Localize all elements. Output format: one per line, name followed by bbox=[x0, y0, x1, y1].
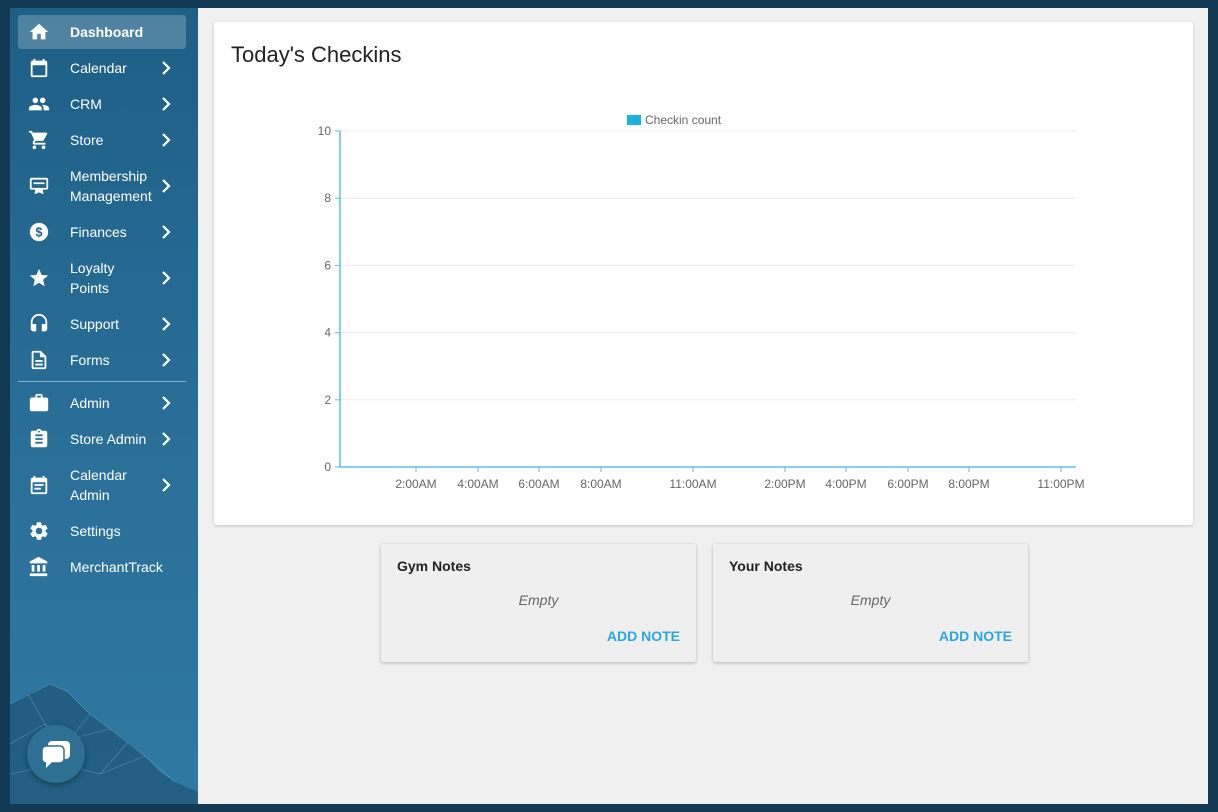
chevron-right-icon bbox=[162, 133, 171, 147]
checkins-chart: 0 2 4 6 8 10 2:00AM 4:00AM 6:00AM 8:00AM 11:00AM 2:… bbox=[318, 113, 1085, 491]
gear-icon bbox=[28, 520, 50, 542]
chevron-right-icon bbox=[162, 317, 171, 331]
sidebar-item-label: Membership Management bbox=[70, 168, 152, 204]
sidebar-item-label: Store Admin bbox=[70, 431, 147, 447]
gym-notes-title: Gym Notes bbox=[397, 558, 471, 574]
legend-swatch bbox=[627, 115, 641, 125]
membership-card-icon bbox=[28, 175, 50, 197]
sidebar-item-label: Finances bbox=[70, 224, 127, 240]
sidebar-item-calendar[interactable]: Calendar bbox=[18, 51, 186, 85]
y-tick-label: 8 bbox=[324, 191, 331, 205]
sidebar-item-merchanttrack[interactable]: MerchantTrack bbox=[18, 550, 186, 584]
x-tick-label: 4:00PM bbox=[825, 477, 866, 491]
y-tick-label: 0 bbox=[324, 460, 331, 474]
gym-notes-add-button[interactable]: ADD NOTE bbox=[607, 628, 680, 644]
x-tick-label: 2:00AM bbox=[395, 477, 436, 491]
chevron-right-icon bbox=[162, 271, 171, 285]
sidebar-item-finances[interactable]: $ Finances bbox=[18, 215, 186, 249]
chat-button[interactable] bbox=[27, 725, 85, 783]
sidebar-item-store-admin[interactable]: Store Admin bbox=[18, 422, 186, 456]
sidebar-item-label: Loyalty Points bbox=[70, 260, 115, 296]
document-icon bbox=[28, 349, 50, 371]
clipboard-icon bbox=[28, 428, 50, 450]
star-icon bbox=[28, 267, 50, 289]
sidebar-item-label: CRM bbox=[70, 96, 102, 112]
sidebar-item-support[interactable]: Support bbox=[18, 307, 186, 341]
sidebar-item-label: MerchantTrack bbox=[70, 559, 163, 575]
chevron-right-icon bbox=[162, 478, 171, 492]
y-tick-label: 4 bbox=[324, 326, 331, 340]
calendar-list-icon bbox=[28, 474, 50, 496]
sidebar: Dashboard Calendar CRM Store Membership … bbox=[10, 8, 198, 804]
sidebar-item-settings[interactable]: Settings bbox=[18, 514, 186, 548]
sidebar-item-forms[interactable]: Forms bbox=[18, 343, 186, 377]
x-tick-label: 2:00PM bbox=[764, 477, 805, 491]
briefcase-icon bbox=[28, 392, 50, 414]
sidebar-item-crm[interactable]: CRM bbox=[18, 87, 186, 121]
people-icon bbox=[28, 93, 50, 115]
sidebar-item-label: Support bbox=[70, 316, 120, 332]
chevron-right-icon bbox=[162, 225, 171, 239]
your-notes-title: Your Notes bbox=[729, 558, 803, 574]
your-notes-add-button[interactable]: ADD NOTE bbox=[939, 628, 1012, 644]
chat-icon bbox=[41, 741, 70, 768]
sidebar-item-dashboard[interactable]: Dashboard bbox=[18, 15, 186, 49]
chevron-right-icon bbox=[162, 432, 171, 446]
chevron-right-icon bbox=[162, 353, 171, 367]
your-notes-empty-text: Empty bbox=[850, 592, 891, 608]
chevron-right-icon bbox=[162, 97, 171, 111]
bank-icon bbox=[28, 556, 50, 578]
checkins-chart-card: Today's Checkins 0 2 4 6 8 10 2:00AM 4:00AM 6:00… bbox=[214, 22, 1193, 525]
x-tick-label: 11:00AM bbox=[669, 477, 716, 491]
sidebar-item-admin[interactable]: Admin bbox=[18, 386, 186, 420]
x-tick-label: 11:00PM bbox=[1037, 477, 1084, 491]
sidebar-item-calendar-admin[interactable]: Calendar Admin bbox=[18, 464, 186, 506]
chevron-right-icon bbox=[162, 179, 171, 193]
sidebar-item-membership-management[interactable]: Membership Management bbox=[18, 165, 186, 207]
sidebar-item-label: Dashboard bbox=[70, 24, 144, 40]
sidebar-item-label: Forms bbox=[70, 352, 110, 368]
sidebar-item-loyalty-points[interactable]: Loyalty Points bbox=[18, 257, 186, 299]
x-tick-label: 8:00AM bbox=[580, 477, 621, 491]
headset-icon bbox=[28, 313, 50, 335]
sidebar-item-store[interactable]: Store bbox=[18, 123, 186, 157]
sidebar-item-label: Admin bbox=[70, 395, 110, 411]
sidebar-item-label: Calendar Admin bbox=[70, 467, 127, 503]
x-tick-label: 6:00AM bbox=[518, 477, 559, 491]
y-tick-label: 2 bbox=[324, 393, 331, 407]
home-icon bbox=[28, 21, 50, 43]
sidebar-item-label: Settings bbox=[70, 523, 121, 539]
sidebar-item-label: Store bbox=[70, 132, 104, 148]
chevron-right-icon bbox=[162, 61, 171, 75]
x-tick-label: 4:00AM bbox=[457, 477, 498, 491]
gym-notes-empty-text: Empty bbox=[518, 592, 559, 608]
svg-text:$: $ bbox=[35, 225, 42, 240]
legend-label: Checkin count bbox=[645, 113, 722, 127]
x-tick-label: 6:00PM bbox=[887, 477, 928, 491]
your-notes-card: Your Notes Empty ADD NOTE bbox=[713, 544, 1028, 662]
sidebar-divider bbox=[18, 381, 186, 382]
gym-notes-card: Gym Notes Empty ADD NOTE bbox=[381, 544, 696, 662]
cart-icon bbox=[28, 129, 50, 151]
chevron-right-icon bbox=[162, 396, 171, 410]
sidebar-item-label: Calendar bbox=[70, 60, 127, 76]
x-tick-label: 8:00PM bbox=[948, 477, 989, 491]
y-tick-label: 10 bbox=[318, 124, 332, 138]
calendar-icon bbox=[28, 57, 50, 79]
y-tick-label: 6 bbox=[324, 258, 331, 272]
dollar-circle-icon: $ bbox=[28, 221, 50, 243]
app-frame: Dashboard Calendar CRM Store Membership … bbox=[10, 8, 1208, 804]
